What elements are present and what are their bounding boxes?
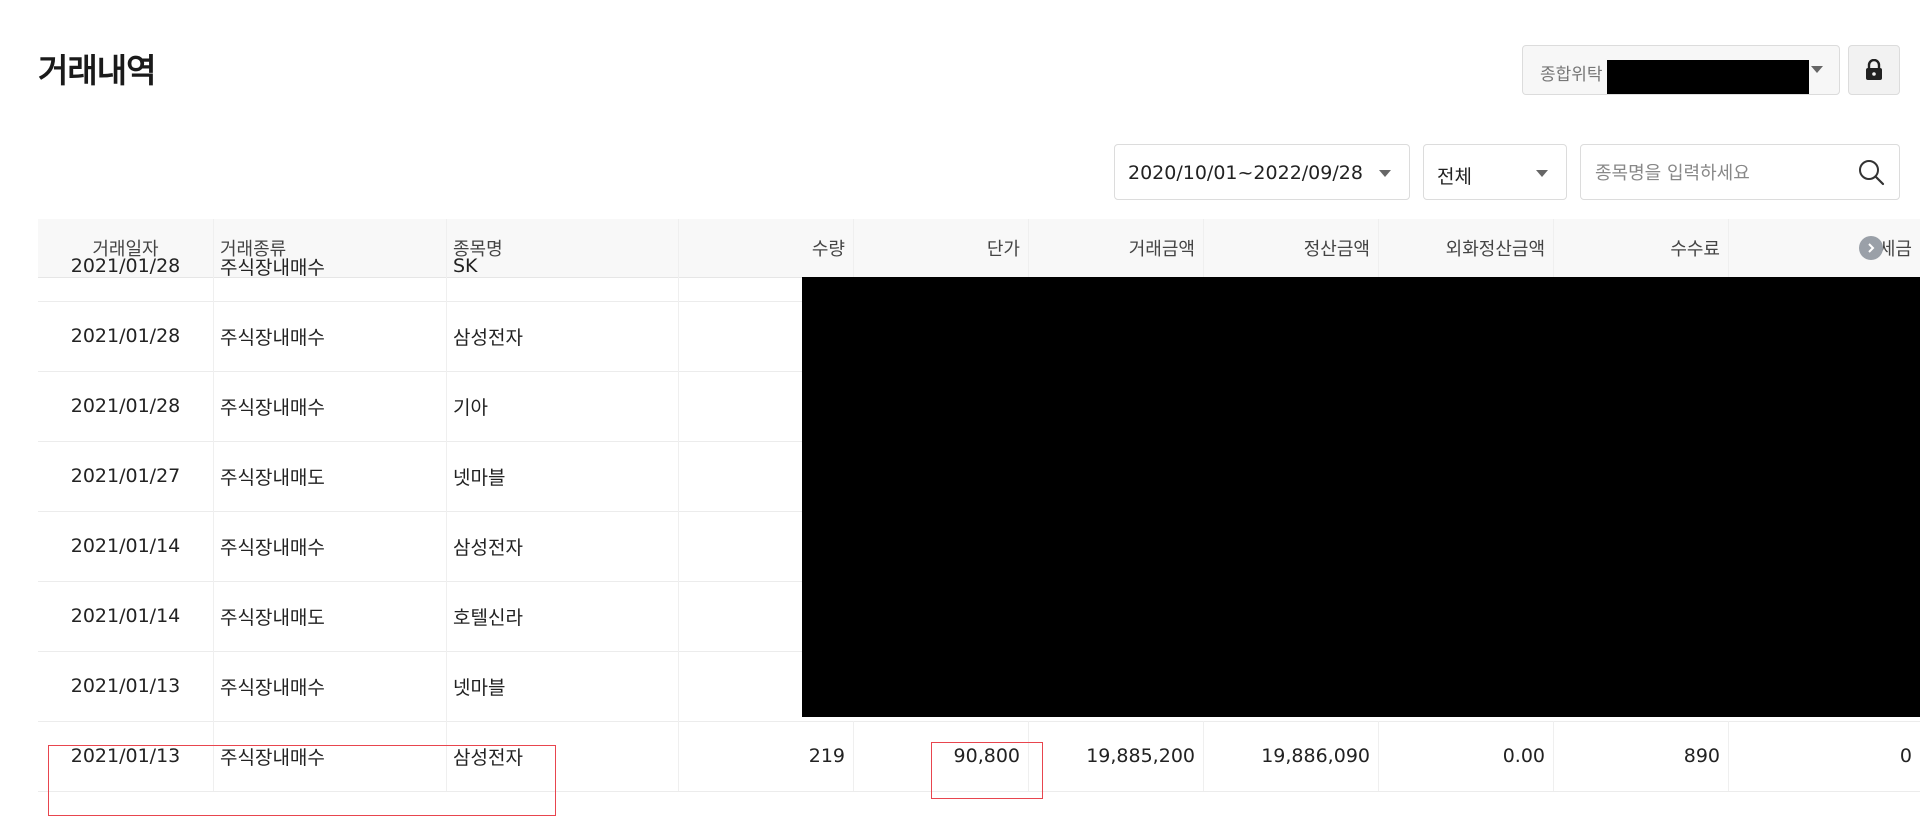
account-number-redaction	[1607, 60, 1809, 94]
chevron-down-icon	[1811, 66, 1823, 73]
cell-trade-amount: 19,885,200	[1029, 721, 1204, 791]
cell-price: 90,800	[854, 721, 1029, 791]
cell-name: 호텔신라	[447, 581, 679, 651]
date-range-select[interactable]: 2020/10/01~2022/09/28	[1114, 144, 1410, 200]
cell-type: 주식장내매수	[214, 371, 447, 441]
cell-type: 주식장내매수	[214, 301, 447, 371]
cell-tax: 0	[1899, 745, 1912, 767]
lock-button[interactable]	[1848, 45, 1900, 95]
cell-name: 넷마블	[447, 651, 679, 721]
cell-date: 2021/01/28	[38, 371, 214, 441]
cell-fee: 890	[1554, 721, 1729, 791]
cell-settle-amount: 19,886,090	[1204, 721, 1379, 791]
cell-date: 2021/01/28	[38, 301, 214, 371]
cell-date: 2021/01/27	[38, 441, 214, 511]
redaction-block	[802, 277, 1920, 717]
cell-type: 주식장내매수	[214, 231, 447, 301]
transaction-type-value: 전체	[1437, 166, 1472, 188]
chevron-right-icon	[1868, 243, 1875, 253]
cell-type: 주식장내매도	[214, 581, 447, 651]
table-row[interactable]: 2021/01/13 주식장내매수 삼성전자 219 90,800 19,885…	[38, 721, 1920, 792]
cell-date: 2021/01/28	[38, 231, 214, 301]
lock-icon	[1866, 59, 1882, 80]
chevron-down-icon	[1536, 170, 1548, 177]
scroll-right-button[interactable]	[1859, 236, 1883, 260]
cell-name: 삼성전자	[447, 721, 679, 791]
search-button[interactable]	[1857, 158, 1885, 190]
stock-search-box[interactable]	[1580, 144, 1900, 200]
cell-type: 주식장내매수	[214, 511, 447, 581]
account-select[interactable]: 종합위탁	[1522, 45, 1840, 95]
cell-name: 삼성전자	[447, 511, 679, 581]
page-title: 거래내역	[38, 51, 156, 90]
stock-search-input[interactable]	[1593, 155, 1847, 191]
chevron-down-icon	[1379, 170, 1391, 177]
cell-type: 주식장내매도	[214, 441, 447, 511]
cell-date: 2021/01/14	[38, 581, 214, 651]
cell-date: 2021/01/13	[38, 721, 214, 791]
cell-type: 주식장내매수	[214, 721, 447, 791]
transaction-type-select[interactable]: 전체	[1423, 144, 1567, 200]
date-range-value: 2020/10/01~2022/09/28	[1128, 162, 1363, 184]
cell-type: 주식장내매수	[214, 651, 447, 721]
cell-name: 기아	[447, 371, 679, 441]
account-type-label: 종합위탁	[1540, 65, 1603, 85]
cell-date: 2021/01/14	[38, 511, 214, 581]
cell-fx-settle-amount: 0.00	[1379, 721, 1554, 791]
cell-name: 삼성전자	[447, 301, 679, 371]
cell-name: 넷마블	[447, 441, 679, 511]
search-icon	[1859, 160, 1885, 186]
cell-date: 2021/01/13	[38, 651, 214, 721]
cell-qty: 219	[679, 721, 854, 791]
cell-name: SK	[447, 231, 679, 301]
